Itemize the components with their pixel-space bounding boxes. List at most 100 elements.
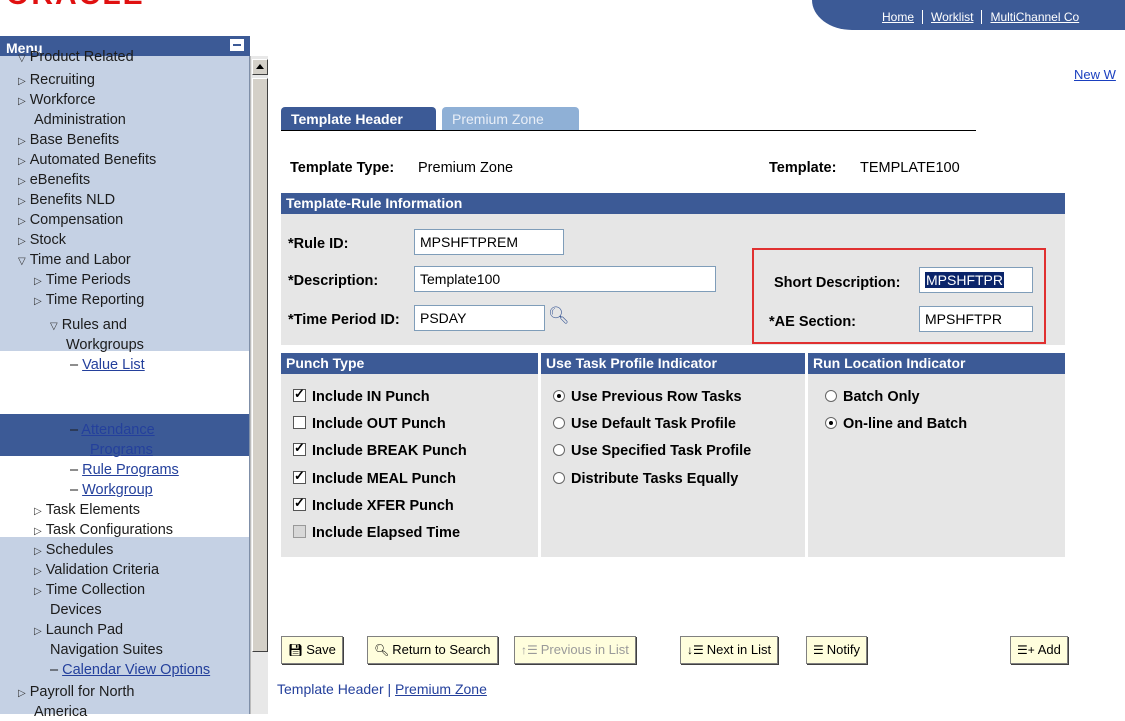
checkbox-option[interactable]: Include MEAL Punch <box>293 468 456 487</box>
expanded-triangle-icon: ▽ <box>18 256 26 267</box>
menu-dash: – <box>70 482 83 498</box>
scroll-thumb[interactable] <box>252 78 268 652</box>
menu-item[interactable]: – Workgroup <box>70 481 153 499</box>
radio-option[interactable]: On-line and Batch <box>825 416 967 432</box>
menu-item[interactable]: – Template-Built <box>70 378 174 396</box>
checkbox-checked-icon[interactable] <box>293 386 306 402</box>
menu-item-label: Workgroup <box>82 482 153 498</box>
menu-item[interactable]: ▷ Time Collection <box>34 581 145 601</box>
menu-item[interactable]: Administration <box>34 111 126 129</box>
run-location-heading: Run Location Indicator <box>808 353 1065 374</box>
worklist-link[interactable]: Worklist <box>923 10 983 24</box>
radio-unselected-icon[interactable] <box>553 471 565 484</box>
radio-option[interactable]: Batch Only <box>825 389 920 405</box>
radio-selected-icon[interactable] <box>553 390 565 402</box>
menu-item[interactable]: Rules <box>90 398 127 416</box>
checkbox-option[interactable]: Include XFER Punch <box>293 495 454 514</box>
rule-id-label: *Rule ID: <box>288 236 349 252</box>
collapse-icon[interactable] <box>230 39 244 51</box>
menu-item[interactable]: ▷ Workforce <box>18 91 96 111</box>
radio-unselected-icon[interactable] <box>825 390 837 402</box>
menu-item[interactable]: ▷ Payroll for North <box>18 683 134 703</box>
radio-option[interactable]: Use Default Task Profile <box>553 416 736 432</box>
radio-selected-icon[interactable] <box>825 417 837 430</box>
return-to-search-button[interactable]: 🔍︎ Return to Search <box>367 636 498 664</box>
collapsed-triangle-icon: ▷ <box>18 216 26 227</box>
menu-item[interactable]: Programs <box>90 441 153 459</box>
menu-item[interactable]: – Attendance <box>70 421 155 439</box>
ae-section-field[interactable]: MPSHFTPR <box>919 306 1033 332</box>
option-label: Include MEAL Punch <box>312 470 456 487</box>
menu-dash: – <box>70 357 83 373</box>
notify-button[interactable]: ☰ Notify <box>806 636 867 664</box>
menu-item[interactable]: Navigation Suites <box>50 641 163 659</box>
menu-item[interactable]: ▷ Automated Benefits <box>18 151 156 171</box>
previous-in-list-button[interactable]: ↑☰ Previous in List <box>514 636 636 664</box>
menu-item[interactable]: – Rule Programs <box>70 461 179 479</box>
time-period-field[interactable]: PSDAY <box>414 305 545 331</box>
menu-item[interactable]: ▷ Time Reporting <box>34 291 144 311</box>
radio-unselected-icon[interactable] <box>553 417 565 430</box>
option-label: Use Previous Row Tasks <box>571 389 742 405</box>
notify-icon: ☰ <box>813 643 824 657</box>
add-button[interactable]: ☰+ Add <box>1010 636 1068 664</box>
menu-item[interactable]: ▷ Schedules <box>34 541 113 561</box>
radio-option[interactable]: Use Previous Row Tasks <box>553 389 742 405</box>
menu-dash: – <box>70 422 82 438</box>
menu-item[interactable]: Devices <box>50 601 102 619</box>
menu-item[interactable]: Workgroups <box>66 336 144 354</box>
menu-item[interactable]: ▷ eBenefits <box>18 171 90 191</box>
checkbox-checked-icon[interactable] <box>293 440 306 457</box>
checkbox-unchecked-icon[interactable] <box>293 416 306 430</box>
menu-item[interactable]: ▽ Product Related <box>18 48 134 68</box>
scroll-up-icon[interactable] <box>252 59 268 75</box>
collapsed-triangle-icon: ▷ <box>34 566 42 577</box>
menu-item[interactable]: ▷ Compensation <box>18 211 123 231</box>
menu-item[interactable]: ▷ Task Configurations <box>34 521 173 541</box>
menu-item[interactable]: ▷ Launch Pad <box>34 621 123 641</box>
collapsed-triangle-icon: ▷ <box>18 76 26 87</box>
checkbox-checked-icon[interactable] <box>293 495 306 511</box>
menu-item[interactable]: – Calendar View Options <box>50 661 210 679</box>
lookup-icon[interactable]: 🔍︎ <box>548 306 570 326</box>
menu-item[interactable]: America <box>34 703 87 721</box>
radio-option[interactable]: Use Specified Task Profile <box>553 443 751 459</box>
current-page-link: Template Header <box>277 681 384 697</box>
menu-item[interactable]: ▷ Base Benefits <box>18 131 119 151</box>
ae-section-label: *AE Section: <box>769 314 857 330</box>
menu-scrollbar[interactable] <box>250 56 268 714</box>
checkbox-option[interactable]: Include OUT Punch <box>293 416 446 432</box>
radio-unselected-icon[interactable] <box>553 444 565 457</box>
checkbox-checked-icon[interactable] <box>293 468 306 484</box>
save-button[interactable]: 💾︎ Save <box>281 636 343 664</box>
rule-id-field[interactable]: MPSHFTPREM <box>414 229 564 255</box>
menu-item[interactable]: ▷ Task Elements <box>34 501 140 521</box>
menu-item[interactable]: ▷ Benefits NLD <box>18 191 115 211</box>
description-field[interactable]: Template100 <box>414 266 716 292</box>
menu-item[interactable]: ▷ Stock <box>18 231 66 251</box>
menu-item[interactable]: ▽ Time and Labor <box>18 251 131 271</box>
premium-zone-link[interactable]: Premium Zone <box>395 681 487 697</box>
next-in-list-button[interactable]: ↓☰ Next in List <box>680 636 779 664</box>
menu-item[interactable]: – Value List <box>70 356 145 374</box>
menu-item-label: Compensation <box>29 212 124 228</box>
home-link[interactable]: Home <box>874 10 924 24</box>
checkbox-option[interactable]: Include BREAK Punch <box>293 440 467 459</box>
tab-template-header[interactable]: Template Header <box>281 107 436 131</box>
radio-option[interactable]: Distribute Tasks Equally <box>553 471 738 487</box>
multichannel-link[interactable]: MultiChannel Co <box>982 10 1087 24</box>
menu-item[interactable]: ▷ Recruiting <box>18 71 95 91</box>
task-profile-heading: Use Task Profile Indicator <box>541 353 805 374</box>
top-navigation-bar: Home Worklist MultiChannel Co <box>812 0 1125 30</box>
short-description-field[interactable]: MPSHFTPR <box>919 267 1033 293</box>
menu-item[interactable]: ▽ Rules and <box>50 316 127 336</box>
tab-premium-zone[interactable]: Premium Zone <box>442 107 579 131</box>
menu-item-label: Devices <box>50 602 102 618</box>
menu-item[interactable]: ▷ Time Periods <box>34 271 131 291</box>
collapsed-triangle-icon: ▷ <box>18 176 26 187</box>
new-window-link[interactable]: New W <box>1074 67 1116 82</box>
checkbox-option[interactable]: Include IN Punch <box>293 386 430 405</box>
link-separator: | <box>387 681 392 697</box>
menu-item[interactable]: ▷ Validation Criteria <box>34 561 159 581</box>
option-label: Include XFER Punch <box>312 497 454 514</box>
